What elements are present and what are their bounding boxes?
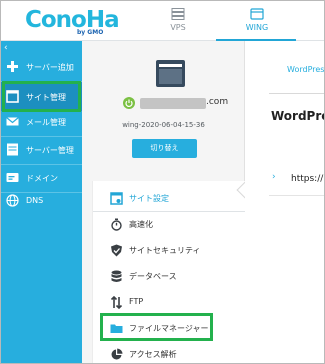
site-url[interactable]: https:// [291, 174, 323, 184]
highlight-box-site-management [2, 81, 81, 112]
shield-icon [111, 244, 122, 257]
tab-wing[interactable]: WING [223, 1, 291, 41]
app-frame: ConoHa by GMO VPS WING ‹ サーバー追加 サイト管理 メー… [0, 0, 325, 364]
sidebar-item-label: ドメイン [26, 174, 58, 183]
sidebar-item-add-server[interactable]: サーバー追加 [1, 54, 82, 81]
collapse-sidebar-button[interactable]: ‹ [4, 43, 8, 53]
sidebar-item-mail[interactable]: メール管理 [1, 109, 82, 136]
transfer-arrows-icon [110, 296, 123, 309]
menu-item-acceleration[interactable]: 高速化 [93, 211, 246, 238]
redacted-server-name [140, 98, 206, 109]
power-status-icon [123, 97, 135, 109]
menu-item-label: FTP [129, 297, 144, 306]
server-window-icon [156, 60, 185, 87]
sidebar-item-label: DNS [26, 196, 44, 205]
server-icon [7, 143, 18, 156]
content-panel: WordPress WordPress › https:// [245, 41, 324, 363]
wing-icon [250, 8, 264, 20]
database-icon [111, 270, 122, 282]
expand-arrow-icon[interactable]: › [272, 172, 276, 182]
pie-chart-icon [111, 348, 123, 360]
switch-server-button[interactable]: 切り替え [132, 139, 197, 158]
menu-item-label: 高速化 [129, 220, 153, 229]
menu-item-label: サイトセキュリティ [129, 246, 201, 255]
tab-vps[interactable]: VPS [144, 1, 212, 41]
site-settings-icon [110, 192, 123, 205]
tab-wing-label: WING [245, 23, 269, 32]
menu-item-ftp[interactable]: FTP [93, 289, 246, 316]
menu-item-site-settings[interactable]: サイト設定 [93, 185, 246, 212]
top-header: ConoHa by GMO VPS WING [1, 1, 324, 42]
stopwatch-icon [111, 218, 122, 231]
menu-item-label: アクセス解析 [129, 350, 177, 359]
tab-wordpress[interactable]: WordPress [287, 65, 324, 74]
mail-icon [6, 117, 19, 126]
sidebar-item-label: サーバー管理 [26, 146, 74, 155]
plus-icon [7, 61, 18, 72]
globe-icon [6, 194, 19, 207]
tab-vps-label: VPS [170, 23, 186, 32]
section-title: WordPress [271, 109, 324, 123]
highlight-box-file-manager [100, 313, 213, 341]
power-glyph [125, 99, 133, 107]
server-id: wing-2020-06-04-15-36 [122, 121, 205, 129]
tab-divider [269, 93, 324, 94]
sidebar-item-dns[interactable]: DNS [1, 188, 82, 215]
sidebar-item-label: サーバー追加 [26, 63, 74, 72]
menu-item-label: サイト設定 [129, 194, 169, 203]
menu-item-label: データベース [129, 272, 177, 281]
logo-sub: by GMO [77, 29, 104, 36]
row-divider [269, 195, 324, 196]
logo-text: ConoHa [25, 7, 120, 33]
menu-item-site-security[interactable]: サイトセキュリティ [93, 237, 246, 264]
sidebar-item-label: メール管理 [26, 118, 66, 127]
domain-icon [6, 173, 19, 182]
sidebar-item-server-management[interactable]: サーバー管理 [1, 137, 82, 164]
menu-item-access-analytics[interactable]: アクセス解析 [93, 341, 246, 363]
server-window-screen [159, 69, 182, 84]
server-name: .com [206, 97, 229, 107]
server-stack-icon [171, 8, 185, 20]
server-window-bar [159, 64, 182, 67]
menu-item-database[interactable]: データベース [93, 263, 246, 290]
